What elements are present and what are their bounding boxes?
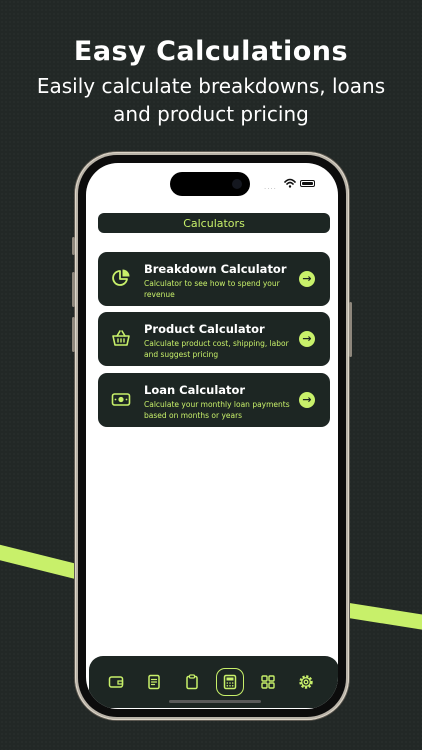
- arrow-right-icon[interactable]: →: [299, 271, 315, 287]
- phone-power-button: [349, 302, 352, 357]
- clipboard-icon: [186, 674, 198, 690]
- arrow-right-icon[interactable]: →: [299, 331, 315, 347]
- basket-icon: [112, 330, 130, 346]
- promo-headline: Easy Calculations: [73, 36, 349, 67]
- breakdown-calculator-card[interactable]: Breakdown Calculator Calculator to see h…: [98, 252, 330, 306]
- cash-icon: [111, 393, 131, 406]
- tab-documents[interactable]: [140, 668, 168, 696]
- signal-icon: ....: [264, 183, 277, 191]
- phone-screen: .... Calculators Breakdown Calculator Ca…: [86, 163, 338, 709]
- card-description: Calculator to see how to spend your reve…: [144, 279, 280, 299]
- page-title: Calculators: [98, 213, 330, 233]
- phone-side-button: [72, 237, 75, 255]
- tab-settings[interactable]: [292, 668, 320, 696]
- promo-subtitle-line2: and product pricing: [113, 102, 309, 126]
- tab-clipboard[interactable]: [178, 668, 206, 696]
- calculator-icon: [223, 674, 237, 690]
- battery-icon: [300, 180, 315, 187]
- dynamic-island: [170, 172, 250, 196]
- wallet-icon: [108, 676, 124, 688]
- product-calculator-card[interactable]: Product Calculator Calculate product cos…: [98, 312, 330, 366]
- home-indicator: [169, 700, 261, 703]
- wifi-icon: [284, 178, 296, 188]
- promo-subtitle-line1: Easily calculate breakdowns, loans: [36, 74, 386, 98]
- camera-icon: [232, 179, 242, 189]
- promo-subtitle: Easily calculate breakdowns, loans and p…: [0, 72, 422, 128]
- card-title: Breakdown Calculator: [144, 262, 287, 276]
- document-icon: [148, 674, 160, 690]
- phone-frame: .... Calculators Breakdown Calculator Ca…: [72, 152, 352, 720]
- card-description: Calculate product cost, shipping, labor …: [144, 339, 289, 359]
- card-description: Calculate your monthly loan payments bas…: [144, 400, 290, 420]
- tab-grid[interactable]: [254, 668, 282, 696]
- phone-volume-down: [72, 317, 75, 352]
- tab-wallet[interactable]: [102, 668, 130, 696]
- pie-chart-icon: [112, 269, 130, 286]
- grid-icon: [261, 675, 275, 689]
- loan-calculator-card[interactable]: Loan Calculator Calculate your monthly l…: [98, 373, 330, 427]
- tab-calculator[interactable]: [216, 668, 244, 696]
- phone-volume-up: [72, 272, 75, 307]
- arrow-right-icon[interactable]: →: [299, 392, 315, 408]
- card-title: Product Calculator: [144, 322, 265, 336]
- phone-bezel: .... Calculators Breakdown Calculator Ca…: [78, 155, 346, 717]
- settings-icon: [299, 675, 313, 689]
- card-title: Loan Calculator: [144, 383, 246, 397]
